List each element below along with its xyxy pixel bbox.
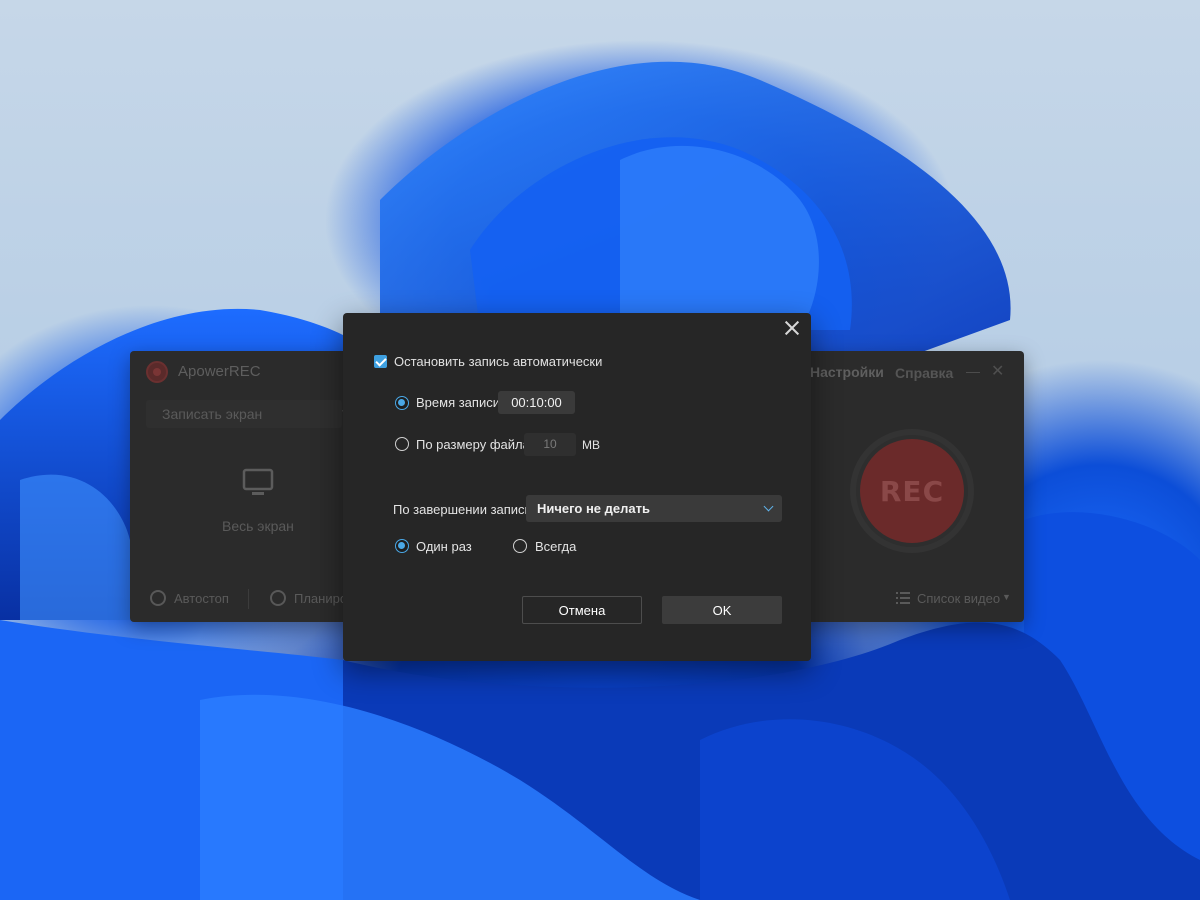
- by-time-label[interactable]: Время записи: [416, 395, 500, 410]
- full-screen-label[interactable]: Весь экран: [222, 518, 294, 534]
- once-label[interactable]: Один раз: [416, 539, 472, 554]
- clock-icon: [270, 590, 286, 606]
- app-title: ApowerREC: [178, 363, 261, 380]
- record-mode-dropdown[interactable]: Записать экран ▼: [146, 400, 350, 428]
- file-size-input[interactable]: 10: [524, 433, 576, 456]
- apowerrec-logo-icon: [146, 361, 168, 383]
- ok-button[interactable]: OK: [662, 596, 782, 624]
- auto-stop-checkbox[interactable]: [374, 355, 387, 368]
- by-size-label[interactable]: По размеру файла: [416, 437, 530, 452]
- rec-button[interactable]: REC: [860, 439, 964, 543]
- footer-divider: [248, 589, 249, 609]
- list-icon: [896, 592, 910, 604]
- record-duration-input[interactable]: 00:10:00: [498, 391, 575, 414]
- monitor-icon: [242, 468, 274, 495]
- after-recording-select[interactable]: Ничего не делать: [526, 495, 782, 522]
- chevron-down-icon: [763, 501, 774, 512]
- once-radio[interactable]: [395, 539, 409, 553]
- video-list-button[interactable]: Список видео: [917, 591, 1000, 606]
- help-menu[interactable]: Справка: [895, 365, 953, 381]
- settings-menu[interactable]: Настройки: [810, 364, 884, 380]
- by-size-radio[interactable]: [395, 437, 409, 451]
- after-recording-label: По завершении записи: [393, 502, 532, 517]
- record-mode-label: Записать экран: [162, 406, 263, 422]
- by-time-radio[interactable]: [395, 396, 409, 410]
- autostop-icon: [150, 590, 166, 606]
- autostop-button[interactable]: Автостоп: [174, 591, 229, 606]
- chevron-down-icon: ▼: [1002, 592, 1011, 602]
- minimize-icon[interactable]: —: [966, 363, 980, 379]
- auto-stop-label[interactable]: Остановить запись автоматически: [394, 354, 602, 369]
- cancel-button[interactable]: Отмена: [522, 596, 642, 624]
- close-window-icon[interactable]: ✕: [991, 361, 1004, 381]
- close-icon[interactable]: [783, 319, 801, 337]
- always-label[interactable]: Всегда: [535, 539, 576, 554]
- schedule-button[interactable]: Планиро: [294, 591, 347, 606]
- after-recording-value: Ничего не делать: [537, 501, 650, 516]
- size-unit-label: MB: [582, 438, 600, 452]
- always-radio[interactable]: [513, 539, 527, 553]
- autostop-dialog: Остановить запись автоматически Время за…: [343, 313, 811, 661]
